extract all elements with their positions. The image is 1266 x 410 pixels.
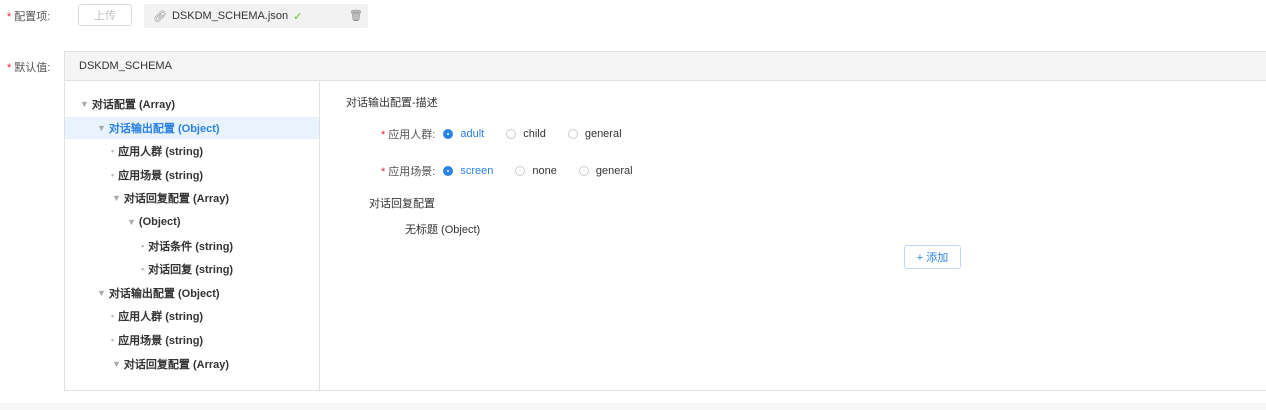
required-mark: * <box>7 62 12 74</box>
radio-circle-icon[interactable] <box>567 129 578 139</box>
radio-label: general <box>584 128 622 140</box>
audience-radio-child[interactable]: child <box>506 128 546 140</box>
tree-node-label: 对话输出配置 (Object) <box>108 122 220 135</box>
bullet-icon: • <box>111 146 115 157</box>
scene-radio-none[interactable]: none <box>515 165 557 177</box>
tree-node-label: 对话配置 (Array) <box>91 99 176 111</box>
radio-label: child <box>523 128 546 140</box>
tree-node[interactable]: ▼ 对话输出配置 (Object) <box>65 282 319 304</box>
radio-circle-icon[interactable] <box>443 166 454 176</box>
audience-radio-adult[interactable]: adult <box>443 128 484 140</box>
required-mark: * <box>7 11 12 23</box>
tree-node-label: 应用人群 (string) <box>118 311 204 324</box>
scene-label: * 应用场景: <box>381 166 436 178</box>
audience-radio-general[interactable]: general <box>567 128 622 140</box>
audience-label: * 应用人群: <box>381 129 436 141</box>
tree-node-label: (Object) <box>138 216 181 228</box>
tree-node-label: 对话输出配置 (Object) <box>108 287 220 300</box>
expand-triangle-icon[interactable]: ▼ <box>112 359 121 369</box>
upload-button[interactable]: 上传 <box>78 4 132 26</box>
bullet-icon: • <box>111 335 115 345</box>
tree-node[interactable]: • 对话条件 (string) <box>65 235 319 257</box>
schema-tree: ▼ 对话配置 (Array) ▼ 对话输出配置 (Object) • 应用人群 (stri… <box>65 81 320 390</box>
schema-header: DSKDM_SCHEMA <box>65 52 1266 81</box>
reply-config-title: 对话回复配置 <box>369 198 435 210</box>
bullet-icon: • <box>141 240 145 251</box>
tree-node[interactable]: • 对话回复 (string) <box>65 258 319 280</box>
audience-radio-group: * 应用人群: adult child general <box>381 126 644 142</box>
radio-label: general <box>595 165 633 177</box>
expand-triangle-icon[interactable]: ▼ <box>112 193 121 203</box>
bullet-icon: • <box>141 264 145 275</box>
tree-node-label: 对话回复配置 (Array) <box>123 358 230 371</box>
tree-node-label: 对话回复配置 (Array) <box>123 193 230 206</box>
tree-node-label: 应用场景 (string) <box>118 335 204 347</box>
section-title: 对话输出配置-描述 <box>346 97 438 109</box>
bullet-icon: • <box>111 169 115 180</box>
expand-triangle-icon[interactable]: ▼ <box>97 123 106 133</box>
tree-node[interactable]: • 应用人群 (string) <box>65 305 319 327</box>
tree-node-label: 应用场景 (string) <box>118 169 204 182</box>
tree-node[interactable]: ▼ 对话输出配置 (Object) <box>65 116 319 139</box>
radio-circle-icon[interactable] <box>506 129 517 139</box>
tree-node[interactable]: • 应用人群 (string) <box>65 140 319 162</box>
expand-triangle-icon[interactable]: ▼ <box>97 288 106 298</box>
tree-node[interactable]: ▼ 对话回复配置 (Array) <box>65 187 319 209</box>
schema-form: 对话输出配置-描述 * 应用人群: adult child general * 应用场景… <box>321 81 1266 390</box>
radio-circle-icon[interactable] <box>443 129 454 139</box>
trash-icon[interactable]: 🗑︎ <box>349 9 363 22</box>
schema-editor-panel: DSKDM_SCHEMA ▼ 对话配置 (Array) ▼ 对话输出配置 (Objec… <box>64 51 1266 391</box>
bullet-icon: • <box>111 311 115 322</box>
radio-label: adult <box>460 128 485 140</box>
tree-node[interactable]: ▼ (Object) <box>65 211 319 233</box>
paperclip-icon: 🔗︎ <box>153 10 167 23</box>
expand-triangle-icon[interactable]: ▼ <box>80 99 89 109</box>
radio-circle-icon[interactable] <box>515 166 526 176</box>
bottom-divider <box>0 403 1266 410</box>
expand-triangle-icon[interactable]: ▼ <box>127 217 136 227</box>
file-name: DSKDM_SCHEMA.json <box>171 10 289 22</box>
uploaded-file[interactable]: 🔗︎ DSKDM_SCHEMA.json ✓ 🗑︎ <box>144 4 368 28</box>
tree-node-label: 对话条件 (string) <box>148 240 234 253</box>
radio-label: none <box>532 165 557 177</box>
scene-radio-group: * 应用场景: screen none general <box>381 163 655 179</box>
tree-node-label: 应用人群 (string) <box>118 146 204 159</box>
tree-node[interactable]: ▼ 对话配置 (Array) <box>65 93 319 115</box>
check-icon: ✓ <box>293 10 303 23</box>
tree-node[interactable]: ▼ 对话回复配置 (Array) <box>65 353 319 375</box>
default-value-label: * 默认值: <box>7 62 51 74</box>
tree-node[interactable]: • 应用场景 (string) <box>65 329 319 351</box>
radio-circle-icon[interactable] <box>578 166 589 176</box>
tree-node-label: 对话回复 (string) <box>148 264 234 277</box>
scene-radio-general[interactable]: general <box>578 165 633 177</box>
tree-node[interactable]: • 应用场景 (string) <box>65 164 319 186</box>
radio-label: screen <box>460 165 494 177</box>
scene-radio-screen[interactable]: screen <box>443 165 493 177</box>
untitled-object-label: 无标题 (Object) <box>405 224 481 236</box>
add-button[interactable]: + 添加 <box>904 245 961 269</box>
config-item-label: * 配置项: <box>7 11 51 23</box>
